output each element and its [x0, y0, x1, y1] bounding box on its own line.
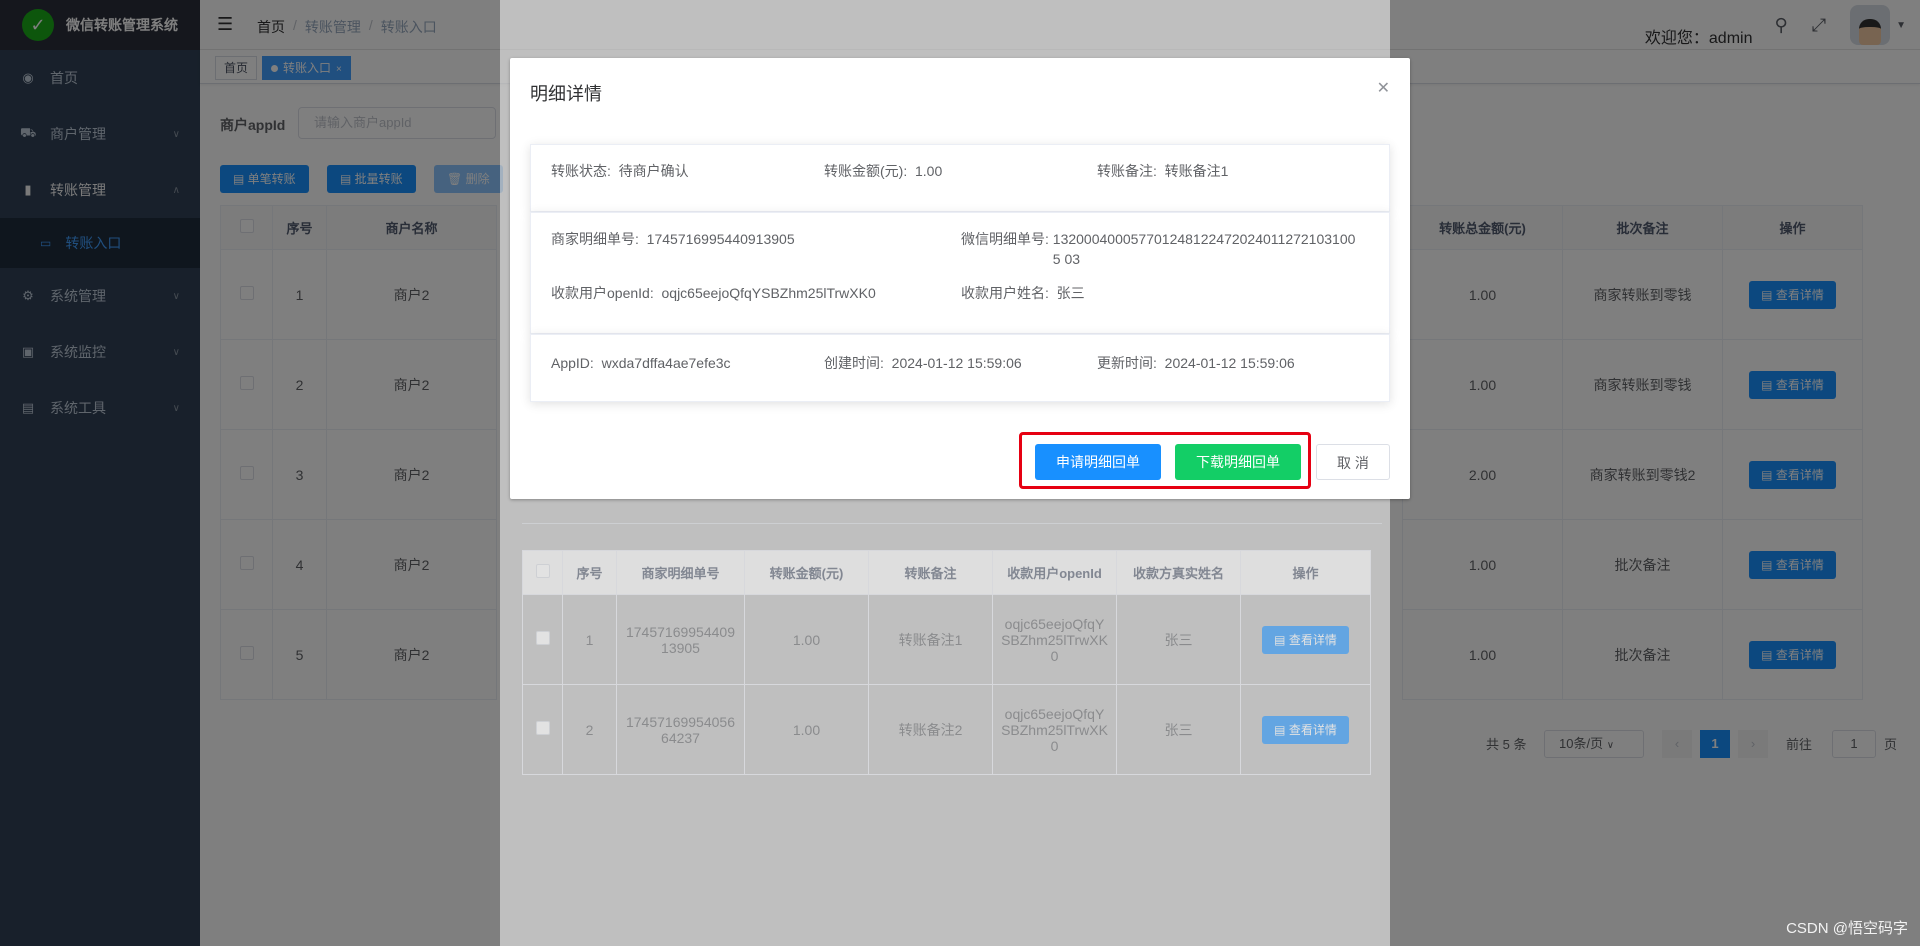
- column-header: 操作: [1240, 550, 1371, 595]
- transfer-remark: 转账备注1: [868, 594, 993, 685]
- highlight-box: [1019, 432, 1311, 489]
- column-header: 序号: [562, 550, 617, 595]
- receiver-openid: oqjc65eejoQfqYSBZhm25lTrwXK0: [992, 594, 1117, 685]
- transfer-amount: 1.00: [744, 594, 869, 685]
- receiver-name: 张三: [1116, 684, 1241, 775]
- view-detail-button[interactable]: ▤ 查看详情: [1262, 625, 1349, 654]
- detail-table: 序号 商家明细单号 转账金额(元) 转账备注 收款用户openId 收款方真实姓…: [522, 550, 1371, 775]
- close-icon[interactable]: ✕: [1377, 78, 1390, 98]
- updated-time-field: 更新时间: 2024-01-12 15:59:06: [1097, 355, 1295, 371]
- order-card: 商家明细单号: 1745716995440913905 微信明细单号: 1320…: [530, 212, 1390, 334]
- row-checkbox[interactable]: [535, 631, 550, 645]
- divider: [522, 523, 1382, 524]
- watermark: CSDN @悟空码字: [1786, 920, 1908, 937]
- remark-field: 转账备注: 转账备注1: [1097, 163, 1229, 179]
- row-index: 1: [562, 594, 617, 685]
- merchant-detail-field: 商家明细单号: 1745716995440913905: [551, 231, 795, 247]
- amount-field: 转账金额(元): 1.00: [824, 163, 943, 179]
- table-row: 2 1745716995405664237 1.00 转账备注2 oqjc65e…: [522, 684, 1371, 775]
- receiver-openid: oqjc65eejoQfqYSBZhm25lTrwXK0: [992, 684, 1117, 775]
- wechat-detail-field: 微信明细单号: 13200040005770124812247202401127…: [961, 231, 1356, 267]
- row-index: 2: [562, 684, 617, 775]
- status-card: 转账状态: 待商户确认 转账金额(元): 1.00 转账备注: 转账备注1: [530, 144, 1390, 212]
- column-header: 转账备注: [868, 550, 993, 595]
- column-header: 商家明细单号: [616, 550, 745, 595]
- transfer-remark: 转账备注2: [868, 684, 993, 775]
- table-row: 1 1745716995440913905 1.00 转账备注1 oqjc65e…: [522, 594, 1371, 685]
- cancel-button[interactable]: 取 消: [1316, 444, 1390, 480]
- row-checkbox[interactable]: [535, 721, 550, 735]
- view-detail-button[interactable]: ▤ 查看详情: [1262, 715, 1349, 744]
- detail-number: 1745716995405664237: [616, 684, 745, 775]
- status-field: 转账状态: 待商户确认: [551, 163, 689, 179]
- meta-card: AppID: wxda7dffa4ae7efe3c 创建时间: 2024-01-…: [530, 334, 1390, 402]
- appid-field: AppID: wxda7dffa4ae7efe3c: [551, 355, 731, 371]
- dialog-title: 明细详情: [530, 84, 602, 104]
- column-header: 收款方真实姓名: [1116, 550, 1241, 595]
- detail-number: 1745716995440913905: [616, 594, 745, 685]
- openid-field: 收款用户openId: oqjc65eejoQfqYSBZhm25lTrwXK0: [551, 285, 876, 301]
- transfer-amount: 1.00: [744, 684, 869, 775]
- column-header: 收款用户openId: [992, 550, 1117, 595]
- column-header: 转账金额(元): [744, 550, 869, 595]
- select-all-checkbox[interactable]: [535, 564, 550, 578]
- username-field: 收款用户姓名: 张三: [961, 285, 1085, 301]
- created-time-field: 创建时间: 2024-01-12 15:59:06: [824, 355, 1022, 371]
- receiver-name: 张三: [1116, 594, 1241, 685]
